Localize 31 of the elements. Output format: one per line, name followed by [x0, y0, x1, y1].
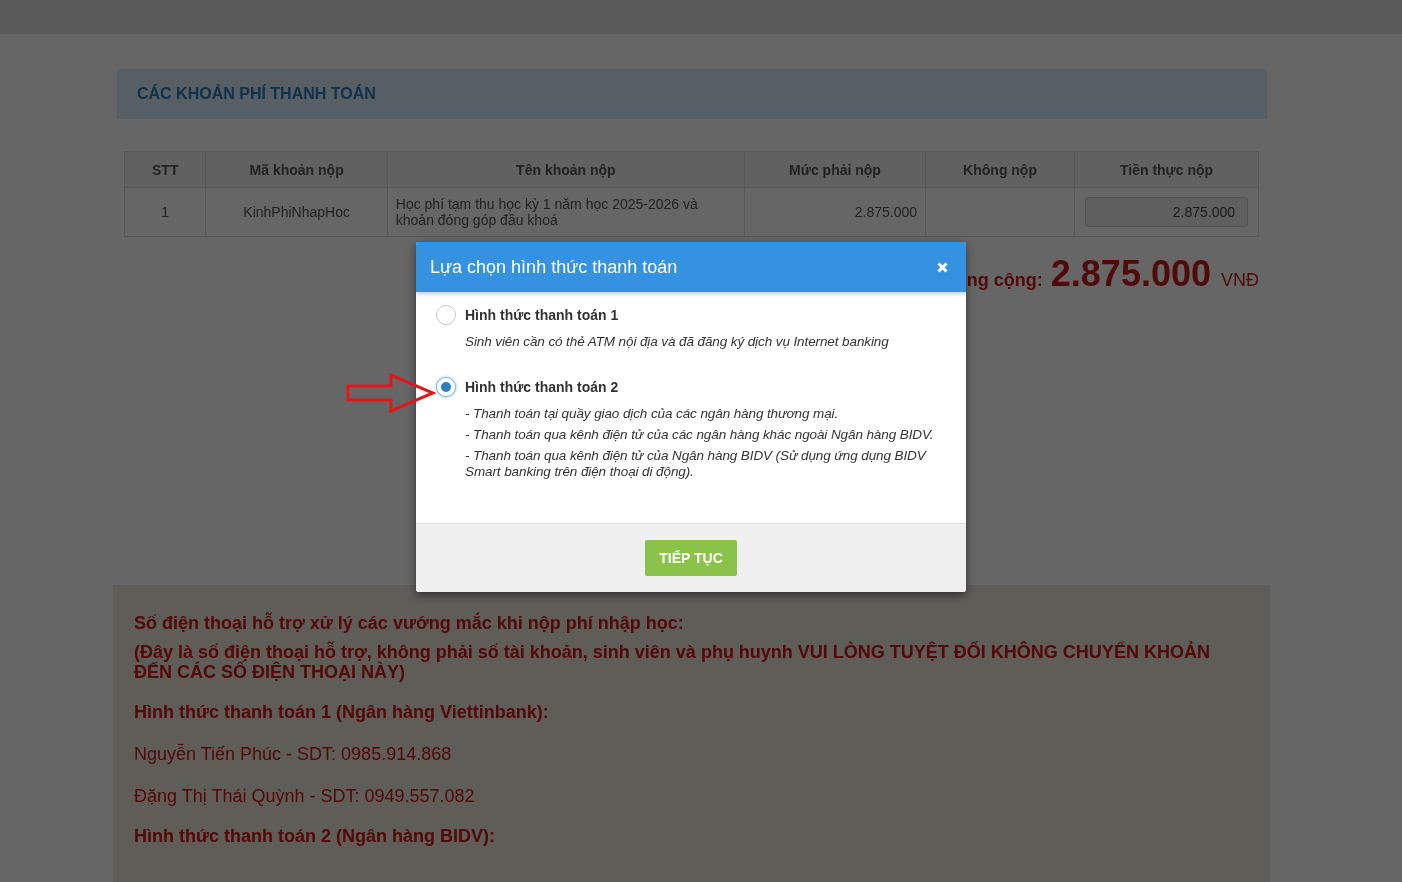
option-label: Hình thức thanh toán 1 [465, 306, 620, 323]
support-heading: Số điện thoại hỗ trợ xử lý các vướng mắc khi nộp phí nhập học: [134, 613, 685, 633]
table-cell: 1 [124, 187, 206, 237]
column-header: Mức phải nộp [744, 151, 926, 188]
currency-label: VNĐ [1221, 270, 1259, 291]
table-cell: Học phí tạm thu học kỳ 1 năm học 2025-2026 và khoản đóng góp đầu khoá [387, 187, 745, 237]
close-icon[interactable] [937, 261, 948, 273]
dialog-title: Lựa chọn hình thức thanh toán [430, 256, 678, 278]
option-description: - Thanh toán qua kênh điện tử của Ngân hàng BIDV (Sử dụng ứng dụng BIDV Smart banking trên điện thoại di động). [465, 448, 928, 480]
option-description: Sinh viên cần có thẻ ATM nội địa và đã đăng ký dịch vụ Internet banking [465, 334, 890, 350]
column-header: STT [124, 151, 206, 188]
option-label: Hình thức thanh toán 2 [465, 378, 620, 395]
option-description: - Thanh toán tại quầy giao dịch của các ngân hàng thương mại. [465, 406, 840, 422]
total-amount: 2.875.000 [1050, 253, 1211, 295]
column-header: Mã khoản nộp [206, 151, 388, 188]
contact-line: Đặng Thị Thái Quỳnh - SDT: 0949.557.082 [134, 786, 476, 806]
total-label: ng cộng: [966, 270, 1043, 291]
table-cell: KinhPhiNhapHoc [206, 187, 388, 237]
continue-button[interactable]: TIẾP TỤC [645, 540, 737, 576]
contact-line: Nguyễn Tiến Phúc - SDT: 0985.914.868 [134, 744, 453, 764]
column-header: Tiền thực nộp [1074, 151, 1259, 188]
table-cell: 2.875.000 [744, 187, 926, 237]
section-title: CÁC KHOẢN PHÍ THANH TOÁN [137, 85, 376, 103]
method-heading: Hình thức thanh toán 2 (Ngân hàng BIDV): [134, 826, 496, 846]
amount-field[interactable]: 2.875.000 [1085, 197, 1249, 227]
support-warning: (Đây là số điện thoại hỗ trợ, không phải số tài khoản, sinh viên và phụ huynh VUI LÒNG TUYỆT ĐỐI KHÔNG CHUYỂN KHOẢN ĐẾN CÁC SỐ ĐIỆN THOẠI NÀY) [134, 642, 1211, 682]
column-header: Không nộp [925, 151, 1075, 188]
option-description: - Thanh toán qua kênh điện tử của các ngân hàng khác ngoài Ngân hàng BIDV. [465, 427, 935, 443]
pointer-arrow-icon [346, 373, 436, 413]
method-heading: Hình thức thanh toán 1 (Ngân hàng Viettinbank): [134, 702, 550, 722]
column-header: Tên khoản nộp [387, 151, 745, 188]
